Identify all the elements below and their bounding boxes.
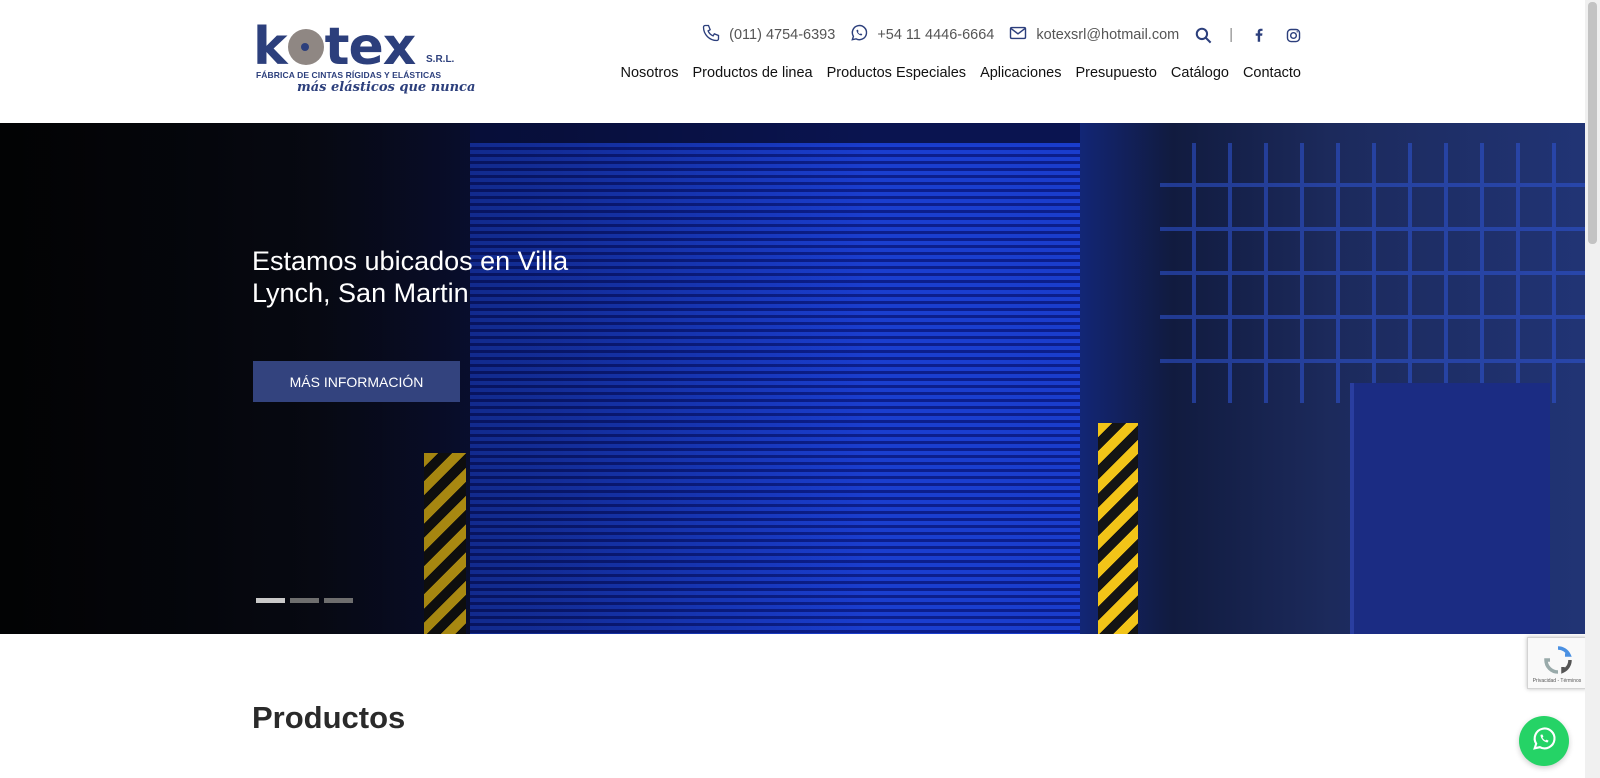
more-info-button[interactable]: MÁS INFORMACIÓN — [253, 361, 460, 402]
whatsapp-number: +54 11 4446-6664 — [877, 27, 995, 43]
slider-pagination — [256, 598, 353, 603]
search-icon[interactable] — [1193, 25, 1213, 45]
nav-item-contacto[interactable]: Contacto — [1243, 65, 1301, 81]
nav-item-productos-de-linea[interactable]: Productos de linea — [693, 65, 813, 81]
phone-icon — [701, 23, 721, 47]
contact-bar: (011) 4754-6393 +54 11 4446-6664 kotexsr… — [701, 23, 1303, 47]
slider-dot-1[interactable] — [256, 598, 285, 603]
phone-link[interactable]: (011) 4754-6393 — [701, 23, 835, 47]
whatsapp-float-button[interactable] — [1519, 716, 1569, 766]
main-nav: Nosotros Productos de linea Productos Es… — [620, 65, 1301, 81]
recaptcha-icon — [1544, 646, 1572, 674]
facebook-icon[interactable] — [1249, 25, 1269, 45]
logo-wordmark: k tex — [253, 17, 416, 77]
nav-item-catalogo[interactable]: Catálogo — [1171, 65, 1229, 81]
nav-item-aplicaciones[interactable]: Aplicaciones — [980, 65, 1061, 81]
scrollbar-thumb[interactable] — [1588, 2, 1597, 244]
recaptcha-footer: Privacidad - Términos — [1532, 678, 1582, 684]
logo-srl: S.R.L. — [426, 54, 455, 65]
divider: | — [1229, 27, 1233, 43]
email-link[interactable]: kotexsrl@hotmail.com — [1008, 23, 1179, 47]
products-section-title: Productos — [252, 700, 406, 735]
page: k tex S.R.L. FÁBRICA DE CINTAS RÍGIDAS Y … — [0, 0, 1600, 778]
hero-slider: Estamos ubicados en Villa Lynch, San Mar… — [0, 123, 1585, 634]
recaptcha-badge[interactable]: Privacidad - Términos — [1527, 637, 1587, 689]
hero-overlay — [0, 123, 1585, 634]
site-header: k tex S.R.L. FÁBRICA DE CINTAS RÍGIDAS Y … — [0, 0, 1585, 123]
phone-number: (011) 4754-6393 — [729, 27, 836, 43]
kotex-logo[interactable]: k tex S.R.L. FÁBRICA DE CINTAS RÍGIDAS Y … — [253, 17, 475, 100]
nav-item-nosotros[interactable]: Nosotros — [620, 65, 678, 81]
hero-title: Estamos ubicados en Villa Lynch, San Mar… — [252, 246, 569, 308]
whatsapp-link[interactable]: +54 11 4446-6664 — [849, 23, 994, 47]
logo-subtitle: FÁBRICA DE CINTAS RÍGIDAS Y ELÁSTICAS — [256, 70, 442, 80]
logo-tagline: más elásticos que nunca — [297, 80, 476, 95]
email-address: kotexsrl@hotmail.com — [1036, 27, 1180, 43]
whatsapp-icon — [1530, 725, 1558, 758]
whatsapp-icon — [849, 23, 869, 47]
nav-item-presupuesto[interactable]: Presupuesto — [1075, 65, 1156, 81]
slider-dot-3[interactable] — [324, 598, 353, 603]
envelope-icon — [1008, 23, 1028, 47]
instagram-icon[interactable] — [1283, 25, 1303, 45]
page-scrollbar[interactable] — [1585, 0, 1600, 778]
nav-item-productos-especiales[interactable]: Productos Especiales — [827, 65, 966, 81]
slider-dot-2[interactable] — [290, 598, 319, 603]
